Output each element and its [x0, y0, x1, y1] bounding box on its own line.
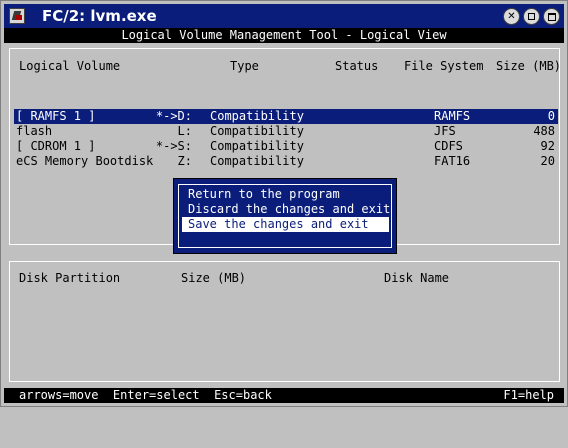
- volume-name: [ RAMFS 1 ]: [16, 109, 96, 123]
- volume-size: 92: [540, 139, 555, 153]
- volume-size: 20: [540, 154, 555, 168]
- col-type: Type: [230, 59, 259, 73]
- volume-size: 488: [533, 124, 555, 138]
- exit-menu: Return to the program Discard the change…: [173, 178, 397, 254]
- key-hints: arrows=move Enter=select Esc=back: [19, 388, 272, 402]
- help-hint: F1=help: [503, 388, 554, 402]
- minimize-icon: [528, 13, 535, 20]
- volume-type: Compatibility: [210, 139, 304, 153]
- window-title: FC/2: lvm.exe: [42, 7, 157, 25]
- drive-letter: *->D:: [155, 109, 192, 123]
- col-disk-partition: Disk Partition: [19, 271, 121, 285]
- exit-menu-frame: Return to the program Discard the change…: [178, 184, 392, 248]
- col-partition-size: Size (MB): [181, 271, 247, 285]
- volume-name: eCS Memory Bootdisk: [16, 154, 154, 168]
- maximize-button[interactable]: [543, 8, 560, 25]
- system-menu-icon[interactable]: [9, 8, 25, 24]
- col-logical-volume: Logical Volume: [19, 59, 121, 73]
- disk-partition-panel: Disk Partition Size (MB) Disk Name: [9, 261, 560, 382]
- col-status: Status: [335, 59, 379, 73]
- col-file-system: File System: [404, 59, 484, 73]
- menu-item-save[interactable]: Save the changes and exit: [182, 217, 389, 232]
- menu-item-discard[interactable]: Discard the changes and exit: [182, 202, 390, 217]
- volume-type: Compatibility: [210, 154, 304, 168]
- file-system: CDFS: [434, 139, 463, 153]
- volume-row[interactable]: [ CDROM 1 ] *->S: Compatibility CDFS 92: [14, 139, 558, 154]
- file-system: JFS: [434, 124, 456, 138]
- volume-name: [ CDROM 1 ]: [16, 139, 96, 153]
- col-size: Size (MB): [496, 59, 562, 73]
- file-system: RAMFS: [434, 109, 471, 123]
- app-header: Logical Volume Management Tool - Logical…: [4, 28, 564, 43]
- status-bar: arrows=move Enter=select Esc=back F1=hel…: [4, 388, 564, 403]
- menu-item-return[interactable]: Return to the program: [182, 187, 389, 202]
- volume-name: flash: [16, 124, 53, 138]
- lvm-window: FC/2: lvm.exe ✕ Logical Volume Managemen…: [0, 0, 568, 407]
- console-area: Logical Volume Management Tool - Logical…: [4, 28, 564, 403]
- volume-row[interactable]: flash L: Compatibility JFS 488: [14, 124, 558, 139]
- file-system: FAT16: [434, 154, 471, 168]
- col-disk-name: Disk Name: [384, 271, 450, 285]
- volume-size: 0: [547, 109, 555, 123]
- close-icon: ✕: [507, 10, 516, 22]
- volume-row[interactable]: eCS Memory Bootdisk Z: Compatibility FAT16 2…: [14, 154, 558, 169]
- drive-letter: L:: [177, 124, 192, 138]
- close-button[interactable]: ✕: [503, 8, 520, 25]
- title-bar[interactable]: FC/2: lvm.exe ✕: [4, 4, 564, 28]
- volume-type: Compatibility: [210, 109, 304, 123]
- drive-letter: Z:: [177, 154, 192, 168]
- drive-letter: *->S:: [155, 139, 192, 153]
- volume-row[interactable]: [ RAMFS 1 ] *->D: Compatibility RAMFS 0: [14, 109, 558, 124]
- volume-type: Compatibility: [210, 124, 304, 138]
- minimize-button[interactable]: [523, 8, 540, 25]
- maximize-icon: [547, 12, 556, 21]
